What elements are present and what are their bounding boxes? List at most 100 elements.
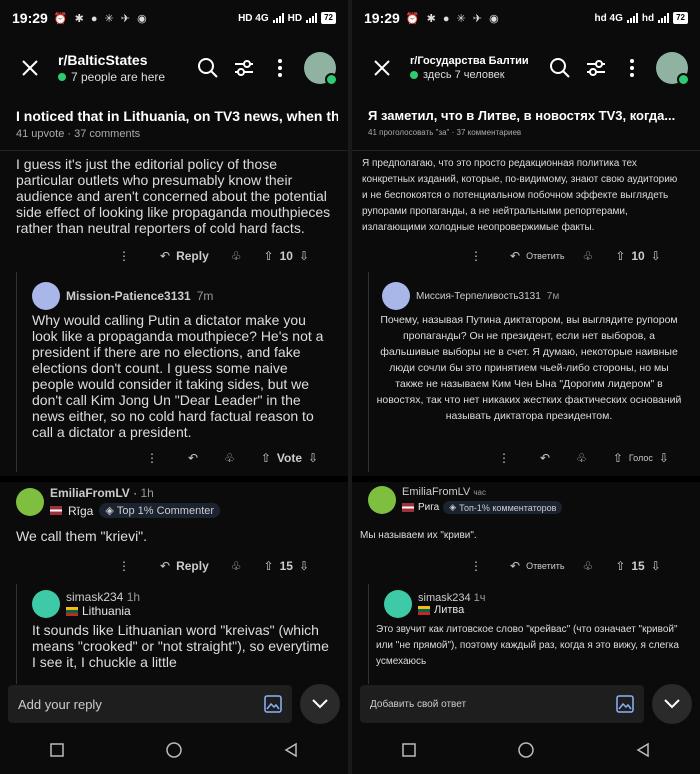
search-button[interactable]	[542, 50, 578, 86]
more-icon[interactable]: ⋮	[470, 249, 482, 263]
downvote-icon[interactable]: ⇩	[659, 451, 669, 465]
username[interactable]: Mission-Patience3131	[66, 289, 191, 303]
avatar[interactable]	[382, 282, 410, 310]
upvote-icon[interactable]: ⇧	[615, 559, 625, 573]
reply-button[interactable]: ↶ Ответить	[510, 559, 565, 573]
back-icon[interactable]	[284, 742, 298, 758]
sort-button[interactable]	[226, 50, 262, 86]
avatar[interactable]	[384, 590, 412, 618]
upvote-icon[interactable]: ⇧	[264, 559, 274, 573]
more-icon[interactable]: ⋮	[118, 249, 130, 263]
user-avatar[interactable]	[304, 52, 338, 86]
comment-text: It sounds like Lithuanian word "kreivas"…	[32, 622, 329, 670]
more-button[interactable]	[262, 50, 298, 86]
reply-icon[interactable]: ↶	[540, 451, 550, 465]
more-vertical-icon	[278, 59, 282, 77]
subreddit-info[interactable]: r/Государства Балтии здесь 7 человек	[410, 55, 542, 81]
comment-header: simask234 1ч Литва	[384, 590, 486, 618]
award-icon[interactable]: ♧	[231, 559, 242, 573]
more-icon[interactable]: ⋮	[498, 451, 510, 465]
comment-actions: ⋮ ↶ Reply ♧ ⇧ 10 ⇩	[118, 244, 328, 268]
close-button[interactable]	[364, 50, 400, 86]
lithuania-flag-icon	[418, 605, 430, 615]
reply-input[interactable]: Добавить свой ответ	[360, 685, 644, 723]
upvote-icon[interactable]: ⇧	[613, 451, 623, 465]
comment-header: Mission-Patience3131 7m	[32, 282, 213, 310]
more-icon[interactable]: ⋮	[146, 451, 158, 465]
badge-icon: ◈	[449, 502, 457, 512]
downvote-icon[interactable]: ⇩	[299, 249, 309, 263]
username[interactable]: EmiliaFromLV	[402, 486, 470, 498]
username[interactable]: Миссия-Терпеливость3131	[416, 291, 541, 302]
comment-text: Мы называем их "криви".	[360, 530, 477, 541]
award-icon[interactable]: ♧	[231, 249, 242, 263]
avatar[interactable]	[16, 488, 44, 516]
comment-text: Why would calling Putin a dictator make …	[32, 312, 324, 440]
avatar[interactable]	[32, 282, 60, 310]
header-lines: simask234 1ч Литва	[418, 592, 486, 616]
downvote-icon[interactable]: ⇩	[299, 559, 309, 573]
avatar[interactable]	[368, 486, 396, 514]
downvote-icon[interactable]: ⇩	[651, 559, 661, 573]
upvote-icon[interactable]: ⇧	[615, 249, 625, 263]
upvote-icon[interactable]: ⇧	[264, 249, 274, 263]
status-time: 19:29	[364, 10, 400, 26]
more-button[interactable]	[614, 50, 650, 86]
signal-icon	[626, 13, 638, 23]
award-icon[interactable]: ♧	[583, 249, 594, 263]
back-icon[interactable]	[636, 742, 650, 758]
reply-button[interactable]: ↶ Reply	[160, 249, 209, 263]
search-button[interactable]	[190, 50, 226, 86]
vote-control: ⇧ Vote ⇩	[260, 451, 319, 465]
close-button[interactable]	[12, 50, 48, 86]
status-right: HD 4G HD 72	[238, 12, 336, 24]
network-label: HD 4G	[238, 12, 269, 24]
username[interactable]: simask234	[66, 590, 123, 604]
more-icon[interactable]: ⋮	[118, 559, 130, 573]
recents-icon[interactable]	[50, 743, 65, 757]
reply-input[interactable]: Add your reply	[8, 685, 292, 723]
comment-text: Я предполагаю, что это просто редакционн…	[362, 158, 678, 233]
comment-text: We call them "krievi".	[16, 528, 148, 544]
comment-text: Почему, называя Путина диктатором, вы вы…	[376, 314, 682, 422]
award-icon[interactable]: ♧	[576, 451, 587, 465]
signal-icon	[272, 13, 284, 23]
subreddit-info[interactable]: r/BalticStates 7 people are here	[58, 52, 190, 84]
panel-english: 19:29 ⏰ ✱ ● ✳ ✈ ◉ HD 4G HD 72 r/BalticSt…	[0, 0, 348, 774]
comment-actions: ⋮ ↶ ♧ ⇧ Vote ⇩	[146, 446, 328, 470]
award-icon[interactable]: ♧	[224, 451, 235, 465]
reply-button[interactable]: ↶ Ответить	[510, 249, 565, 263]
home-icon[interactable]	[517, 741, 535, 759]
chevron-down-icon	[312, 699, 328, 709]
vote-control: ⇧ 15 ⇩	[263, 559, 309, 573]
reply-button[interactable]: ↶ Reply	[160, 559, 209, 573]
post-title[interactable]: Я заметил, что в Литве, в новостях TV3, …	[368, 108, 690, 123]
collapse-button[interactable]	[652, 684, 692, 724]
user-flair: Рига	[418, 502, 440, 513]
battery-icon: 72	[321, 12, 336, 24]
comment-actions: ⋮ ↶ ♧ ⇧ Голос ⇩	[498, 446, 680, 470]
recents-icon[interactable]	[402, 743, 417, 757]
username[interactable]: simask234	[418, 592, 471, 604]
upvote-icon[interactable]: ⇧	[261, 451, 271, 465]
comment-header: EmiliaFromLV час Рига ◈ Топ-1% комментатор…	[368, 486, 668, 514]
sort-button[interactable]	[578, 50, 614, 86]
home-icon[interactable]	[165, 741, 183, 759]
award-icon[interactable]: ♧	[583, 559, 594, 573]
android-nav-bar	[0, 726, 348, 774]
username[interactable]: EmiliaFromLV	[50, 486, 130, 500]
collapse-button[interactable]	[300, 684, 340, 724]
subreddit-name: r/BalticStates	[58, 52, 148, 68]
image-icon	[616, 695, 634, 713]
downvote-icon[interactable]: ⇩	[651, 249, 661, 263]
downvote-icon[interactable]: ⇩	[308, 451, 318, 465]
thread-line	[16, 272, 17, 472]
more-icon[interactable]: ⋮	[470, 559, 482, 573]
reply-icon[interactable]: ↶	[188, 451, 198, 465]
vote-control: ⇧ Голос ⇩	[612, 451, 669, 465]
user-avatar[interactable]	[656, 52, 690, 86]
divider	[352, 150, 700, 151]
avatar[interactable]	[32, 590, 60, 618]
block-separator	[0, 476, 348, 482]
post-title[interactable]: I noticed that in Lithuania, on TV3 news…	[16, 108, 338, 124]
